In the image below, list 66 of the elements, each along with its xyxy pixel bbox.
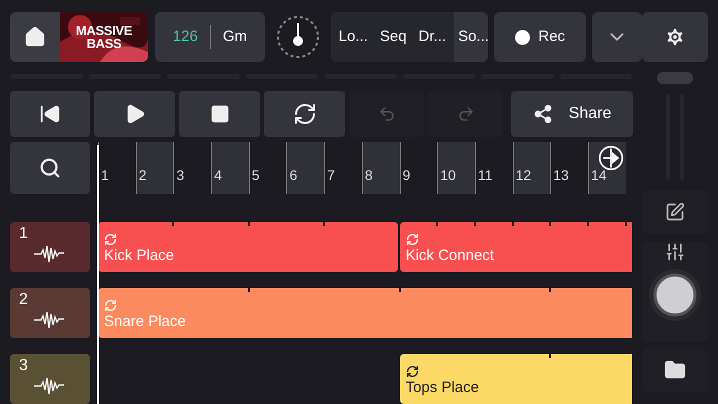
loop-icon	[406, 233, 419, 246]
search-icon	[39, 157, 61, 179]
clip-name: Kick Connect	[406, 246, 495, 266]
bar-number: 7	[326, 166, 335, 185]
share-icon	[532, 104, 553, 124]
timeline-ruler[interactable]: 1 2 3 4 5 6 7 8 9 10 11 12 13 14	[98, 142, 632, 194]
folder-button[interactable]	[642, 348, 708, 392]
loop-icon	[292, 102, 316, 126]
bar-number: 5	[250, 166, 260, 185]
track-header[interactable]: 2	[10, 288, 90, 338]
waveform-icon	[33, 244, 65, 264]
play-button[interactable]	[94, 91, 175, 137]
bar-number: 14	[590, 166, 607, 185]
bar-number: 11	[476, 166, 492, 185]
bar-number: 12	[514, 166, 532, 185]
undo-icon	[378, 105, 396, 123]
bar-number: 2	[138, 166, 146, 185]
loop-icon	[406, 365, 419, 378]
bar-number: 8	[364, 166, 373, 185]
loop-icon	[104, 299, 117, 312]
key-value[interactable]: Gm	[222, 26, 247, 48]
waveform-icon	[33, 376, 65, 396]
bar-number: 1	[100, 166, 109, 185]
loop-button[interactable]	[264, 91, 345, 137]
record-button[interactable]: Rec	[494, 12, 586, 62]
clip-name: Snare Place	[104, 312, 187, 332]
tempo-value[interactable]: 126	[172, 26, 198, 48]
bar-number: 3	[175, 166, 184, 185]
track-header[interactable]: 1	[10, 222, 90, 272]
album-title: MASSIVE BASS	[74, 24, 134, 50]
skip-back-button[interactable]	[10, 91, 90, 137]
home-button[interactable]	[10, 12, 60, 62]
redo-icon	[456, 105, 474, 123]
search-button[interactable]	[10, 142, 90, 194]
mixer-icon[interactable]	[665, 242, 685, 262]
home-icon	[24, 26, 46, 48]
tab[interactable]: Dr...	[418, 26, 446, 48]
tab[interactable]: So...	[454, 26, 488, 48]
bar-number: 4	[213, 166, 222, 185]
share-button[interactable]: Share	[511, 91, 633, 137]
folder-icon	[664, 359, 686, 381]
bar-number: 6	[288, 166, 298, 185]
skip-back-icon	[39, 103, 61, 125]
track-header[interactable]: 3	[10, 354, 90, 404]
bar-number: 13	[552, 166, 569, 185]
track-number: 1	[19, 224, 28, 244]
loop-marker-icon[interactable]	[598, 145, 624, 171]
track-number: 2	[19, 290, 28, 310]
knob[interactable]	[648, 268, 702, 322]
bar-number: 9	[402, 166, 410, 185]
bar-number: 10	[439, 166, 456, 185]
edit-button[interactable]	[642, 190, 708, 234]
scroll-handle[interactable]	[657, 72, 693, 84]
clip-name: Kick Place	[104, 246, 176, 266]
stop-icon	[210, 104, 230, 124]
clip[interactable]: Tops Place	[400, 354, 632, 404]
clip-name: Tops Place	[406, 378, 480, 398]
loop-icon	[104, 233, 117, 246]
tab[interactable]: Seq	[380, 26, 407, 48]
metronome-icon[interactable]	[276, 15, 320, 59]
track-number: 3	[19, 356, 28, 376]
settings-button[interactable]	[642, 12, 708, 62]
waveform-icon	[33, 310, 65, 330]
stop-button[interactable]	[179, 91, 260, 137]
tab[interactable]: Lo...	[338, 26, 368, 48]
edit-icon	[665, 202, 685, 222]
